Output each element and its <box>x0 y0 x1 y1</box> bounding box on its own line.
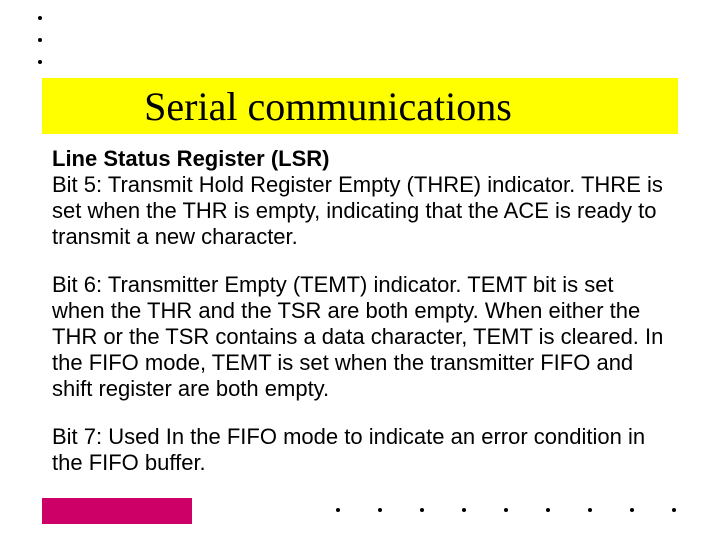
title-band: Serial communications <box>42 78 678 134</box>
dot-icon <box>378 508 382 512</box>
para-bit5: Line Status Register (LSR) Bit 5: Transm… <box>52 146 668 250</box>
para-bit6: Bit 6: Transmitter Empty (TEMT) indicato… <box>52 272 668 402</box>
accent-bar <box>42 498 192 524</box>
bit7-text: Bit 7: Used In the FIFO mode to indicate… <box>52 424 645 475</box>
bit5-text: Bit 5: Transmit Hold Register Empty (THR… <box>52 172 663 249</box>
dot-icon <box>672 508 676 512</box>
dot-icon <box>420 508 424 512</box>
body-text: Line Status Register (LSR) Bit 5: Transm… <box>52 146 668 497</box>
slide-title: Serial communications <box>144 83 512 130</box>
dot-icon <box>588 508 592 512</box>
dot-icon <box>38 16 42 20</box>
para-bit7: Bit 7: Used In the FIFO mode to indicate… <box>52 424 668 476</box>
bit6-text: Bit 6: Transmitter Empty (TEMT) indicato… <box>52 272 663 401</box>
dot-icon <box>336 508 340 512</box>
decoration-dots-top <box>38 16 42 82</box>
dot-icon <box>38 60 42 64</box>
dot-icon <box>546 508 550 512</box>
decoration-dots-bottom <box>336 508 676 512</box>
dot-icon <box>504 508 508 512</box>
dot-icon <box>462 508 466 512</box>
dot-icon <box>630 508 634 512</box>
slide: Serial communications Line Status Regist… <box>0 0 720 540</box>
lsr-heading: Line Status Register (LSR) <box>52 146 329 171</box>
dot-icon <box>38 38 42 42</box>
